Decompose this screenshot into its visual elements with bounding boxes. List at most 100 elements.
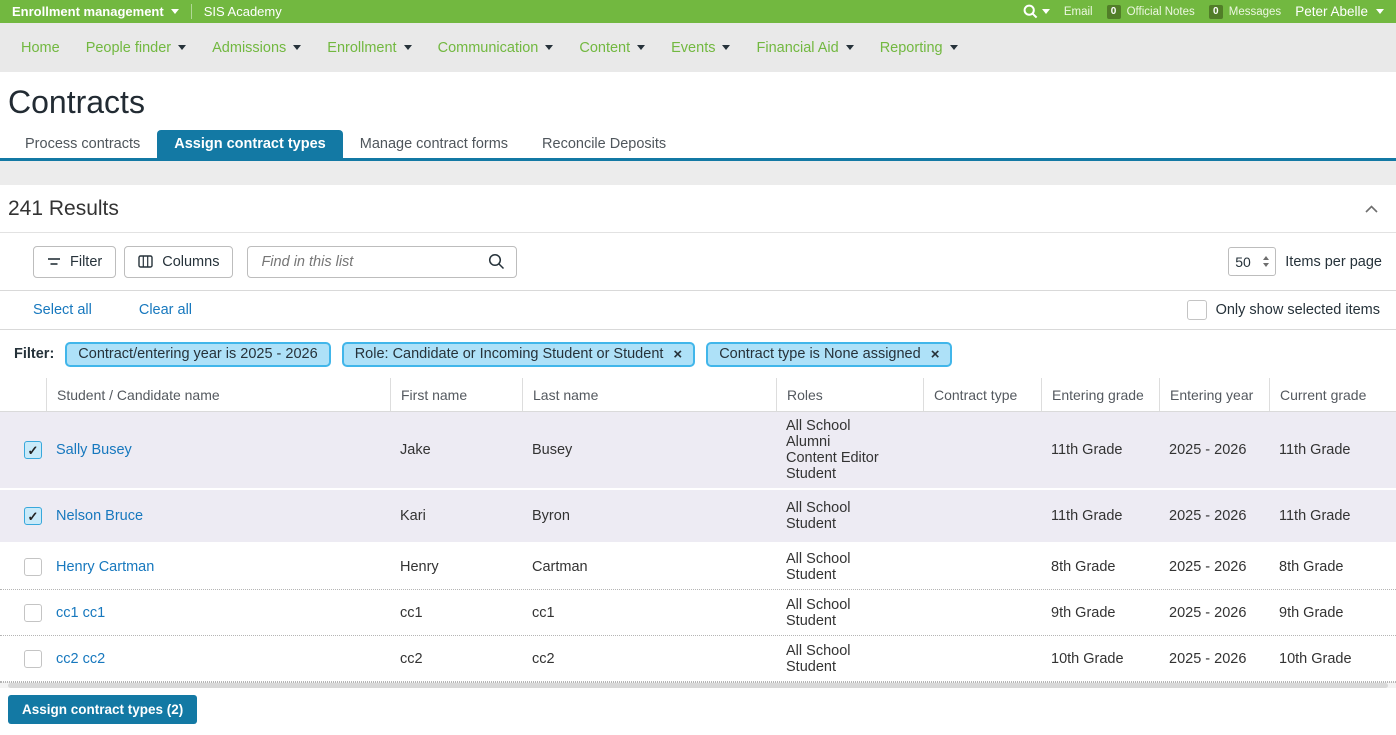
page-title: Contracts xyxy=(8,82,1396,122)
nav-item-events[interactable]: Events xyxy=(658,23,743,72)
magnifier-icon[interactable] xyxy=(488,253,505,270)
entering-year-cell: 2025 - 2026 xyxy=(1159,436,1269,464)
close-icon[interactable]: × xyxy=(673,347,682,362)
column-header-entering-grade[interactable]: Entering grade xyxy=(1041,378,1159,411)
roles-cell: All School Alumni Content Editor Student xyxy=(776,412,923,488)
row-checkbox[interactable] xyxy=(24,558,42,576)
collapse-results-button[interactable] xyxy=(1361,201,1382,217)
results-count: 241 Results xyxy=(8,197,119,221)
student-link[interactable]: Sally Busey xyxy=(56,442,132,458)
student-link[interactable]: Nelson Bruce xyxy=(56,508,143,524)
check-icon: ✓ xyxy=(28,444,39,457)
search-menu[interactable] xyxy=(1023,4,1050,19)
last-name-cell: Busey xyxy=(522,436,776,464)
user-menu[interactable]: Peter Abelle xyxy=(1295,4,1384,19)
first-name-cell: Jake xyxy=(390,436,522,464)
table-row: ✓ Sally Busey Jake Busey All School Alum… xyxy=(0,412,1396,490)
stepper-up-icon xyxy=(1263,256,1269,260)
row-checkbox[interactable] xyxy=(24,604,42,622)
contract-type-cell xyxy=(923,653,1041,665)
student-link[interactable]: cc1 cc1 xyxy=(56,605,105,621)
current-grade-cell: 11th Grade xyxy=(1269,436,1396,464)
chevron-down-icon xyxy=(637,45,645,50)
clear-all-link[interactable]: Clear all xyxy=(139,302,192,318)
filter-icon xyxy=(47,257,61,267)
nav-label: Communication xyxy=(438,40,539,56)
selection-row: Select all Clear all Only show selected … xyxy=(0,291,1396,330)
entering-grade-cell: 11th Grade xyxy=(1041,502,1159,530)
contract-type-cell xyxy=(923,607,1041,619)
row-checkbox[interactable] xyxy=(24,650,42,668)
page-header: Contracts Process contracts Assign contr… xyxy=(0,72,1396,161)
nav-item-admissions[interactable]: Admissions xyxy=(199,23,314,72)
chevron-down-icon xyxy=(1042,9,1050,14)
stepper-down-icon xyxy=(1263,263,1269,267)
tab-process-contracts[interactable]: Process contracts xyxy=(8,130,157,158)
page-background-band xyxy=(0,161,1396,185)
tab-manage-contract-forms[interactable]: Manage contract forms xyxy=(343,130,525,158)
app-menu-label: Enrollment management xyxy=(12,4,164,19)
roles-cell: All School Student xyxy=(776,637,923,681)
list-search-box xyxy=(247,246,517,278)
select-all-link[interactable]: Select all xyxy=(33,302,92,318)
student-link[interactable]: cc2 cc2 xyxy=(56,651,105,667)
row-checkbox[interactable]: ✓ xyxy=(24,441,42,459)
assign-contract-types-button[interactable]: Assign contract types (2) xyxy=(8,695,197,724)
search-icon xyxy=(1023,4,1038,19)
column-header-roles[interactable]: Roles xyxy=(776,378,923,411)
chevron-down-icon xyxy=(1376,9,1384,14)
enrollment-management-menu[interactable]: Enrollment management xyxy=(12,4,179,19)
column-header-last-name[interactable]: Last name xyxy=(522,378,776,411)
messages-badge: 0 xyxy=(1209,5,1223,19)
column-header-first-name[interactable]: First name xyxy=(390,378,522,411)
nav-label: Financial Aid xyxy=(756,40,838,56)
official-notes-link[interactable]: 0 Official Notes xyxy=(1107,5,1195,19)
items-per-page-select[interactable]: 50 xyxy=(1228,247,1276,276)
nav-label: Enrollment xyxy=(327,40,396,56)
nav-item-enrollment[interactable]: Enrollment xyxy=(314,23,424,72)
nav-label: Admissions xyxy=(212,40,286,56)
email-link[interactable]: Email xyxy=(1064,6,1093,18)
nav-label: Events xyxy=(671,40,715,56)
nav-item-people-finder[interactable]: People finder xyxy=(73,23,199,72)
student-link[interactable]: Henry Cartman xyxy=(56,559,154,575)
active-filters-row: Filter: Contract/entering year is 2025 -… xyxy=(0,330,1396,378)
nav-label: Content xyxy=(579,40,630,56)
only-show-selected-checkbox[interactable] xyxy=(1187,300,1207,320)
tab-assign-contract-types[interactable]: Assign contract types xyxy=(157,130,343,158)
table-row: cc1 cc1 cc1 cc1 All School Student 9th G… xyxy=(0,590,1396,636)
last-name-cell: Cartman xyxy=(522,553,776,581)
nav-item-content[interactable]: Content xyxy=(566,23,658,72)
close-icon[interactable]: × xyxy=(931,347,940,362)
columns-button-label: Columns xyxy=(162,254,219,270)
search-input[interactable] xyxy=(259,253,488,271)
nav-item-communication[interactable]: Communication xyxy=(425,23,567,72)
action-footer: Assign contract types (2) xyxy=(0,688,1396,724)
messages-link[interactable]: 0 Messages xyxy=(1209,5,1281,19)
filter-chip-role[interactable]: Role: Candidate or Incoming Student or S… xyxy=(342,342,696,367)
column-header-entering-year[interactable]: Entering year xyxy=(1159,378,1269,411)
nav-item-home[interactable]: Home xyxy=(8,23,73,72)
column-header-name[interactable]: Student / Candidate name xyxy=(46,378,390,411)
nav-item-reporting[interactable]: Reporting xyxy=(867,23,971,72)
official-notes-badge: 0 xyxy=(1107,5,1121,19)
columns-button[interactable]: Columns xyxy=(124,246,233,278)
tab-reconcile-deposits[interactable]: Reconcile Deposits xyxy=(525,130,683,158)
messages-label: Messages xyxy=(1229,6,1281,18)
nav-item-financial-aid[interactable]: Financial Aid xyxy=(743,23,866,72)
chevron-down-icon xyxy=(545,45,553,50)
contract-type-cell xyxy=(923,510,1041,522)
filter-chip-entering-year[interactable]: Contract/entering year is 2025 - 2026 xyxy=(65,342,330,367)
current-grade-cell: 9th Grade xyxy=(1269,599,1396,627)
last-name-cell: Byron xyxy=(522,502,776,530)
current-grade-cell: 8th Grade xyxy=(1269,553,1396,581)
filter-button[interactable]: Filter xyxy=(33,246,116,278)
filter-chip-contract-type[interactable]: Contract type is None assigned × xyxy=(706,342,952,367)
column-header-current-grade[interactable]: Current grade xyxy=(1269,378,1396,411)
roles-cell: All School Student xyxy=(776,591,923,635)
roles-cell: All School Student xyxy=(776,494,923,538)
list-toolbar: Filter Columns 50 xyxy=(0,233,1396,291)
row-checkbox[interactable]: ✓ xyxy=(24,507,42,525)
column-header-contract-type[interactable]: Contract type xyxy=(923,378,1041,411)
first-name-cell: cc1 xyxy=(390,599,522,627)
